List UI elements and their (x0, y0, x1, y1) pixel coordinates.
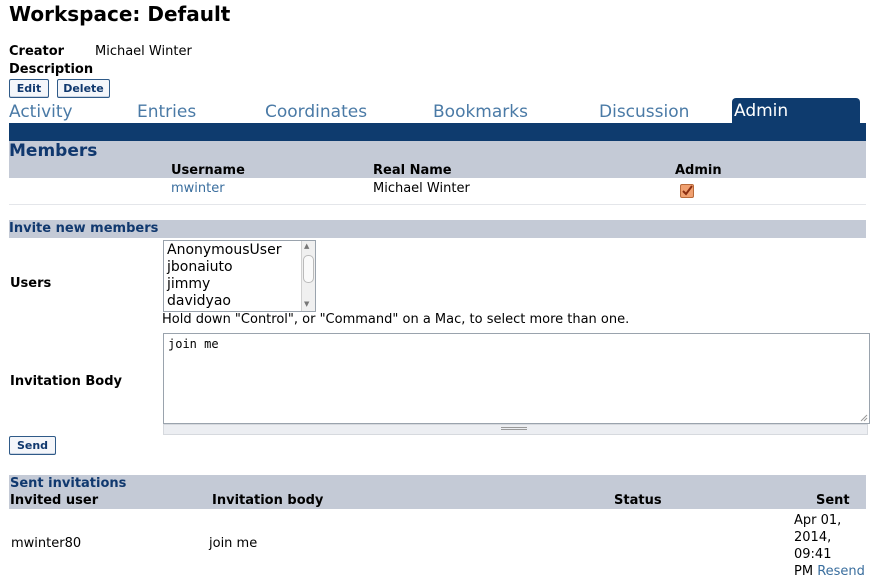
col-status: Status (614, 493, 662, 508)
user-option[interactable]: davidyao (167, 293, 231, 309)
col-admin: Admin (675, 163, 722, 178)
scroll-down-icon[interactable]: ▼ (304, 300, 309, 308)
tab-admin[interactable]: Admin (732, 98, 860, 123)
creator-value: Michael Winter (95, 44, 192, 59)
tab-entries[interactable]: Entries (137, 102, 196, 122)
description-label: Description (9, 62, 94, 77)
tab-activity[interactable]: Activity (9, 102, 73, 122)
invite-heading: Invite new members (9, 220, 866, 238)
resize-handle-icon[interactable] (859, 413, 868, 422)
invited-user-cell: mwinter80 (11, 536, 82, 551)
tab-coordinates[interactable]: Coordinates (265, 102, 367, 122)
tab-bar (9, 123, 866, 141)
col-invitation-body: Invitation body (212, 493, 324, 508)
invitation-body-cell: join me (209, 536, 258, 551)
users-select[interactable]: AnonymousUser jbonaiuto jimmy davidyao ▲… (163, 240, 316, 312)
col-sent: Sent (816, 493, 850, 508)
creator-label: Creator (9, 44, 65, 59)
help-text: Hold down "Control", or "Command" on a M… (162, 312, 630, 327)
edit-button[interactable]: Edit (9, 79, 49, 98)
invitation-body-value: join me (168, 337, 219, 351)
divider (9, 204, 866, 205)
tab-bookmarks[interactable]: Bookmarks (433, 102, 528, 122)
delete-button[interactable]: Delete (57, 79, 110, 98)
user-option[interactable]: jbonaiuto (167, 259, 233, 275)
admin-checkbox[interactable] (680, 184, 694, 198)
sent-ampm: PM (794, 564, 814, 579)
col-username: Username (171, 163, 245, 178)
user-option[interactable]: jimmy (167, 276, 210, 292)
sent-cell: Apr 01, 2014, 09:41 PM Resend (794, 512, 865, 580)
tab-discussion[interactable]: Discussion (599, 102, 689, 122)
scroll-up-icon[interactable]: ▲ (304, 242, 309, 250)
sent-header (9, 475, 866, 509)
sent-time-line: 09:41 (794, 547, 832, 562)
resend-link[interactable]: Resend (817, 564, 865, 579)
member-username-link[interactable]: mwinter (171, 181, 225, 196)
member-real-name: Michael Winter (373, 181, 470, 196)
col-real-name: Real Name (373, 163, 452, 178)
users-label: Users (10, 276, 52, 291)
invitation-body-label: Invitation Body (10, 374, 123, 389)
invite-heading-text: Invite new members (9, 221, 159, 236)
invitation-body-field[interactable]: join me (163, 333, 870, 424)
grip-icon (501, 427, 527, 428)
members-heading: Members (9, 141, 866, 161)
sent-date-line: Apr 01, (794, 513, 842, 528)
sent-year-line: 2014, (794, 530, 832, 545)
checkmark-icon (682, 185, 693, 196)
send-button[interactable]: Send (9, 436, 56, 455)
user-option[interactable]: AnonymousUser (167, 242, 281, 258)
textarea-resize-bar[interactable] (163, 424, 868, 435)
members-heading-text: Members (9, 141, 98, 161)
sent-heading: Sent invitations (10, 476, 127, 491)
col-invited-user: Invited user (10, 493, 99, 508)
page-title: Workspace: Default (9, 2, 231, 26)
users-scrollbar[interactable]: ▲ ▼ (301, 241, 315, 311)
scroll-thumb[interactable] (303, 255, 314, 283)
